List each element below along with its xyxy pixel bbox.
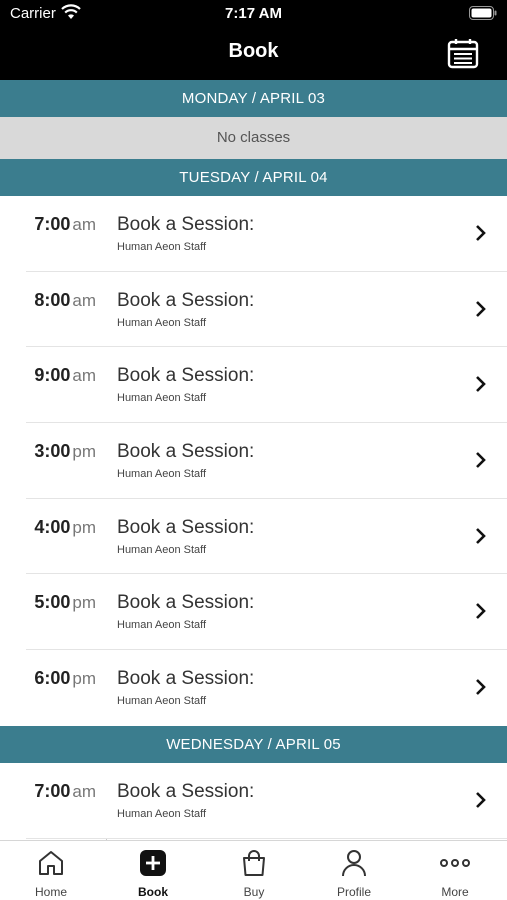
session-time: 3:00 pm xyxy=(34,441,96,462)
battery-icon xyxy=(469,6,497,20)
tab-label: Home xyxy=(34,885,67,899)
session-title: Book a Session: xyxy=(117,365,255,387)
tab-profile[interactable]: Profile xyxy=(304,841,404,900)
session-row[interactable]: 7:00 am Book a Session: Human Aeon Staff xyxy=(0,763,507,839)
chevron-right-icon xyxy=(476,225,486,241)
tab-home[interactable]: Home xyxy=(1,841,101,900)
session-time: 4:00 pm xyxy=(34,516,96,537)
day-header: MONDAY / APRIL 03 xyxy=(0,80,507,117)
calendar-button[interactable] xyxy=(445,35,481,71)
tab-more[interactable]: More xyxy=(405,841,505,900)
session-staff: Human Aeon Staff xyxy=(117,808,207,820)
chevron-right-icon xyxy=(476,527,486,544)
session-time: 9:00 am xyxy=(34,365,96,386)
session-staff: Human Aeon Staff xyxy=(117,619,207,632)
session-time: 8:00 am xyxy=(34,289,96,310)
session-row[interactable]: 6:00 pm Book a Session: Human Aeon Staff xyxy=(0,650,507,726)
session-row[interactable]: 4:00 pm Book a Session: Human Aeon Staff xyxy=(0,498,507,575)
row-divider xyxy=(26,837,507,839)
session-title: Book a Session: xyxy=(117,516,255,538)
session-staff: Human Aeon Staff xyxy=(117,468,207,481)
session-row[interactable]: 7:00 am Book a Session: Human Aeon Staff xyxy=(0,196,507,272)
session-staff: Human Aeon Staff xyxy=(117,392,207,405)
session-title: Book a Session: xyxy=(117,214,255,235)
session-time: 7:00 am xyxy=(34,781,96,801)
tab-bar: Home Book Buy Profile More xyxy=(0,840,507,900)
session-staff: Human Aeon Staff xyxy=(117,241,207,253)
session-list: 7:00 am Book a Session: Human Aeon Staff xyxy=(0,763,507,840)
chevron-right-icon xyxy=(476,792,486,808)
chevron-right-icon xyxy=(476,603,486,620)
session-staff: Human Aeon Staff xyxy=(117,316,207,329)
tab-label: More xyxy=(441,885,469,899)
status-time: 7:17 AM xyxy=(225,5,282,22)
session-row[interactable]: 3:00 pm Book a Session: Human Aeon Staff xyxy=(0,423,507,499)
session-list: 7:00 am Book a Session: Human Aeon Staff 8… xyxy=(0,196,507,726)
session-title: Book a Session: xyxy=(117,289,255,311)
plus-square-icon xyxy=(140,850,166,876)
session-staff: Human Aeon Staff xyxy=(117,543,207,556)
session-row[interactable]: 5:00 pm Book a Session: Human Aeon Staff xyxy=(0,574,507,651)
day-header: TUESDAY / APRIL 04 xyxy=(0,159,507,196)
tab-book[interactable]: Book xyxy=(103,841,203,900)
chevron-right-icon xyxy=(476,452,486,468)
session-title: Book a Session: xyxy=(117,592,255,614)
chevron-right-icon xyxy=(476,679,486,696)
calendar-icon xyxy=(447,39,479,69)
tab-label: Book xyxy=(138,885,168,899)
session-time: 6:00 pm xyxy=(34,668,96,689)
tab-label: Profile xyxy=(336,885,371,899)
status-bar: Carrier 7:17 AM xyxy=(0,0,507,28)
tab-buy[interactable]: Buy xyxy=(204,841,304,900)
session-row[interactable]: 9:00 am Book a Session: Human Aeon Staff xyxy=(0,347,507,424)
session-title: Book a Session: xyxy=(117,781,255,802)
chevron-right-icon xyxy=(476,376,486,393)
session-title: Book a Session: xyxy=(117,441,255,463)
session-row[interactable]: 8:00 am Book a Session: Human Aeon Staff xyxy=(0,271,507,348)
person-icon xyxy=(342,850,366,877)
more-dots-icon xyxy=(440,859,470,867)
chevron-right-icon xyxy=(476,300,486,317)
day-header: WEDNESDAY / APRIL 05 xyxy=(0,726,507,763)
page-title: Book xyxy=(228,40,279,62)
app-header: Carrier 7:17 AM Book xyxy=(0,0,507,80)
shopping-bag-icon xyxy=(243,850,265,876)
home-icon xyxy=(39,851,63,875)
session-time: 5:00 pm xyxy=(34,592,96,613)
session-staff: Human Aeon Staff xyxy=(117,695,207,708)
session-time: 7:00 am xyxy=(34,214,96,234)
session-title: Book a Session: xyxy=(117,668,255,690)
no-classes-message: No classes xyxy=(0,117,507,159)
tab-label: Buy xyxy=(243,885,265,899)
